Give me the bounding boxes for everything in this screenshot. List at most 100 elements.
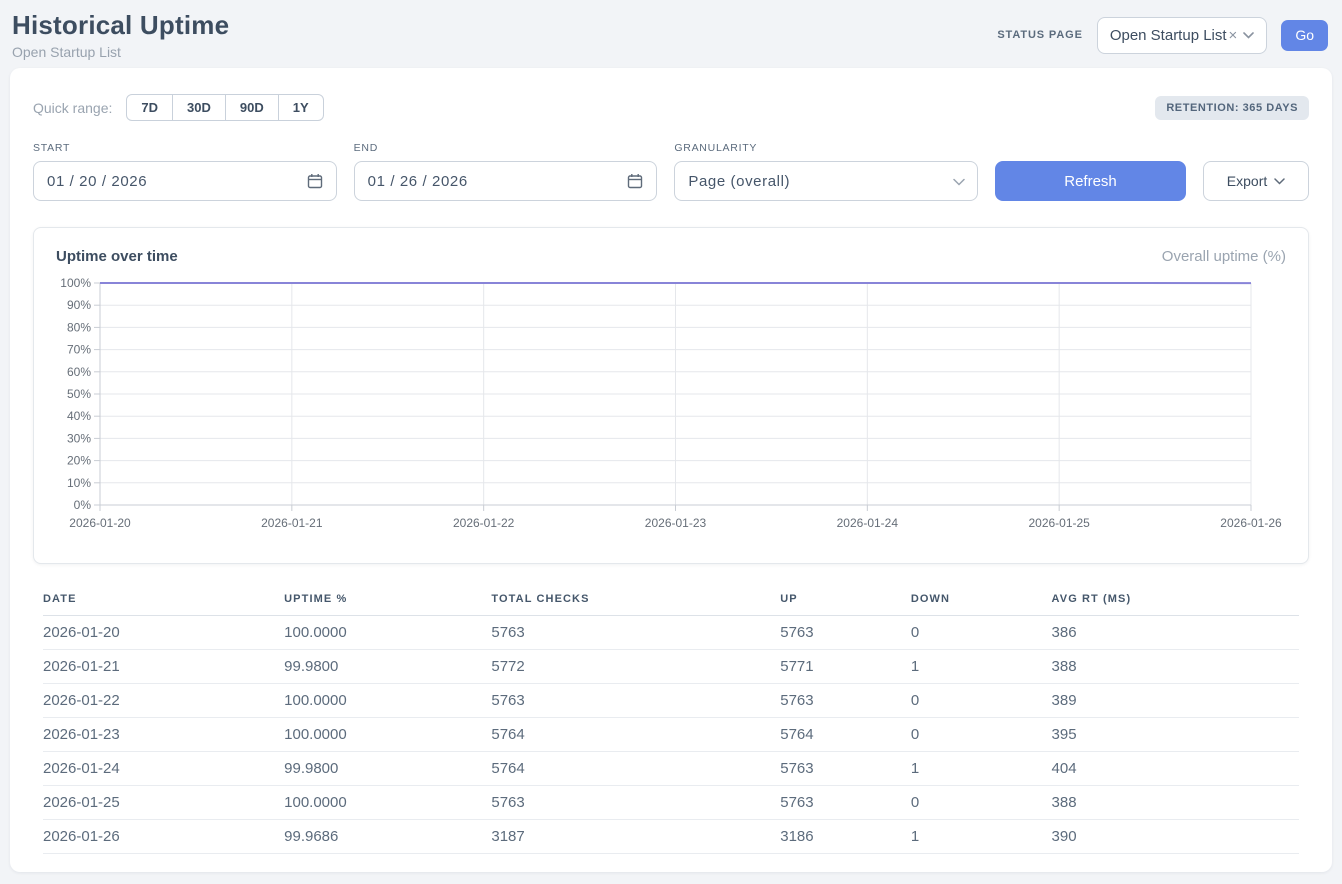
export-button[interactable]: Export bbox=[1203, 161, 1309, 201]
status-page-label: STATUS PAGE bbox=[997, 29, 1082, 41]
table-cell: 5764 bbox=[491, 752, 780, 786]
quick-range-90d[interactable]: 90D bbox=[225, 94, 279, 121]
table-cell: 2026-01-21 bbox=[43, 650, 284, 684]
table-cell: 100.0000 bbox=[284, 616, 491, 650]
granularity-select[interactable]: Page (overall) bbox=[674, 161, 978, 201]
chevron-down-icon bbox=[953, 178, 964, 185]
table-cell: 5771 bbox=[780, 650, 911, 684]
title-block: Historical Uptime Open Startup List bbox=[12, 10, 229, 60]
table-cell: 100.0000 bbox=[284, 718, 491, 752]
table-cell: 99.9800 bbox=[284, 752, 491, 786]
svg-text:70%: 70% bbox=[67, 343, 91, 357]
table-cell: 5763 bbox=[780, 786, 911, 820]
page-title: Historical Uptime bbox=[12, 10, 229, 41]
table-header-cell: DOWN bbox=[911, 587, 1052, 616]
end-date-value: 01 / 26 / 2026 bbox=[368, 173, 468, 190]
svg-text:0%: 0% bbox=[74, 498, 92, 512]
calendar-icon[interactable] bbox=[627, 173, 643, 189]
calendar-icon[interactable] bbox=[307, 173, 323, 189]
table-cell: 100.0000 bbox=[284, 786, 491, 820]
svg-text:2026-01-22: 2026-01-22 bbox=[453, 516, 515, 530]
svg-text:90%: 90% bbox=[67, 298, 91, 312]
start-label: START bbox=[33, 142, 337, 154]
table-cell: 2026-01-22 bbox=[43, 684, 284, 718]
table-row: 2026-01-25100.0000576357630388 bbox=[43, 786, 1299, 820]
table-cell: 5772 bbox=[491, 650, 780, 684]
quick-range-30d[interactable]: 30D bbox=[172, 94, 226, 121]
granularity-label: GRANULARITY bbox=[674, 142, 978, 154]
quick-range-1y[interactable]: 1Y bbox=[278, 94, 324, 121]
chart-title: Uptime over time bbox=[56, 248, 178, 265]
end-field: END 01 / 26 / 2026 bbox=[354, 142, 658, 201]
svg-text:2026-01-24: 2026-01-24 bbox=[837, 516, 899, 530]
table-cell: 388 bbox=[1052, 786, 1299, 820]
page-subtitle: Open Startup List bbox=[12, 44, 229, 60]
table-cell: 5763 bbox=[780, 752, 911, 786]
go-button[interactable]: Go bbox=[1281, 20, 1328, 51]
uptime-line-chart: 0%10%20%30%40%50%60%70%80%90%100%2026-01… bbox=[56, 274, 1284, 534]
table-cell: 0 bbox=[911, 684, 1052, 718]
table-cell: 100.0000 bbox=[284, 684, 491, 718]
chevron-down-icon bbox=[1243, 32, 1254, 39]
table-cell: 5763 bbox=[491, 786, 780, 820]
table-cell: 2026-01-26 bbox=[43, 820, 284, 854]
svg-text:40%: 40% bbox=[67, 409, 91, 423]
table-row: 2026-01-2499.9800576457631404 bbox=[43, 752, 1299, 786]
table-row: 2026-01-22100.0000576357630389 bbox=[43, 684, 1299, 718]
granularity-value: Page (overall) bbox=[688, 173, 790, 190]
table-cell: 3186 bbox=[780, 820, 911, 854]
start-field: START 01 / 20 / 2026 bbox=[33, 142, 337, 201]
table-cell: 5763 bbox=[491, 684, 780, 718]
table-cell: 2026-01-25 bbox=[43, 786, 284, 820]
table-cell: 1 bbox=[911, 752, 1052, 786]
granularity-field: GRANULARITY Page (overall) bbox=[674, 142, 978, 201]
svg-text:80%: 80% bbox=[67, 320, 91, 334]
table-header-cell: UPTIME % bbox=[284, 587, 491, 616]
svg-text:2026-01-21: 2026-01-21 bbox=[261, 516, 323, 530]
svg-text:60%: 60% bbox=[67, 365, 91, 379]
svg-text:2026-01-26: 2026-01-26 bbox=[1220, 516, 1282, 530]
table-cell: 5764 bbox=[780, 718, 911, 752]
main-card: Quick range: 7D30D90D1Y RETENTION: 365 D… bbox=[10, 68, 1332, 872]
table-cell: 5763 bbox=[491, 616, 780, 650]
svg-text:30%: 30% bbox=[67, 431, 91, 445]
table-row: 2026-01-2199.9800577257711388 bbox=[43, 650, 1299, 684]
table-cell: 389 bbox=[1052, 684, 1299, 718]
end-date-input[interactable]: 01 / 26 / 2026 bbox=[354, 161, 658, 201]
table-cell: 0 bbox=[911, 718, 1052, 752]
table-cell: 0 bbox=[911, 786, 1052, 820]
svg-text:20%: 20% bbox=[67, 454, 91, 468]
status-page-select[interactable]: Open Startup List × bbox=[1097, 17, 1268, 54]
quick-range-row: Quick range: 7D30D90D1Y RETENTION: 365 D… bbox=[33, 94, 1309, 121]
table-cell: 5764 bbox=[491, 718, 780, 752]
quick-range-group: 7D30D90D1Y bbox=[126, 94, 323, 121]
table-header-cell: TOTAL CHECKS bbox=[491, 587, 780, 616]
header-right: STATUS PAGE Open Startup List × Go bbox=[997, 17, 1328, 54]
chart-card: Uptime over time Overall uptime (%) 0%10… bbox=[33, 227, 1309, 564]
table-row: 2026-01-2699.9686318731861390 bbox=[43, 820, 1299, 854]
export-button-label: Export bbox=[1227, 173, 1267, 189]
table-cell: 388 bbox=[1052, 650, 1299, 684]
svg-text:50%: 50% bbox=[67, 387, 91, 401]
quick-range-label: Quick range: bbox=[33, 100, 112, 116]
uptime-table: DATEUPTIME %TOTAL CHECKSUPDOWNAVG RT (MS… bbox=[43, 587, 1299, 854]
table-cell: 99.9800 bbox=[284, 650, 491, 684]
table-header-cell: AVG RT (MS) bbox=[1052, 587, 1299, 616]
table-cell: 3187 bbox=[491, 820, 780, 854]
status-page-value: Open Startup List bbox=[1110, 27, 1227, 44]
start-date-value: 01 / 20 / 2026 bbox=[47, 173, 147, 190]
svg-text:2026-01-20: 2026-01-20 bbox=[69, 516, 131, 530]
svg-text:10%: 10% bbox=[67, 476, 91, 490]
svg-text:2026-01-23: 2026-01-23 bbox=[645, 516, 707, 530]
svg-text:2026-01-25: 2026-01-25 bbox=[1028, 516, 1090, 530]
start-date-input[interactable]: 01 / 20 / 2026 bbox=[33, 161, 337, 201]
table-cell: 5763 bbox=[780, 684, 911, 718]
chevron-down-icon bbox=[1274, 178, 1285, 185]
controls-row: START 01 / 20 / 2026 END 01 / 26 / 2026 … bbox=[33, 142, 1309, 201]
table-cell: 395 bbox=[1052, 718, 1299, 752]
refresh-button[interactable]: Refresh bbox=[995, 161, 1186, 201]
table-header-cell: UP bbox=[780, 587, 911, 616]
quick-range-7d[interactable]: 7D bbox=[126, 94, 173, 121]
table-cell: 2026-01-23 bbox=[43, 718, 284, 752]
clear-icon[interactable]: × bbox=[1229, 27, 1238, 44]
